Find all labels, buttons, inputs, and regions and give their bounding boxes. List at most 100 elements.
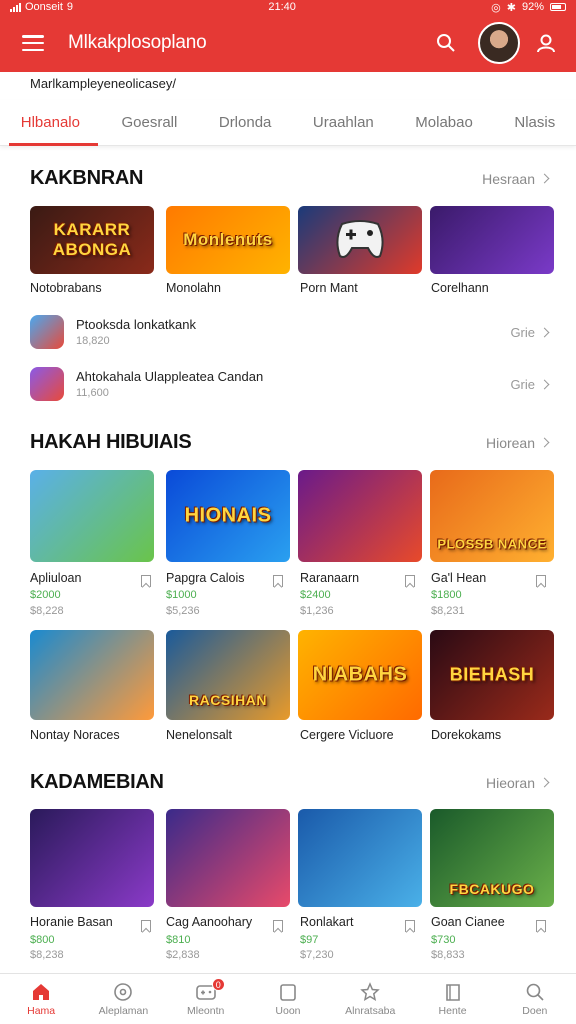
game-thumbnail[interactable] — [30, 630, 154, 720]
section-title: KADAMEBIAN — [30, 771, 164, 793]
tab-molabao[interactable]: Molabao — [407, 100, 481, 146]
game-price: $800 — [30, 934, 55, 946]
nav-home[interactable]: Hama — [0, 974, 82, 1024]
chevron-right-icon — [539, 777, 550, 788]
chevron-right-icon — [539, 173, 550, 184]
bookmark-icon[interactable] — [273, 575, 283, 587]
game-icon — [30, 315, 64, 349]
location-icon: ◎ — [491, 1, 501, 14]
section-header: KAKBNRAN Hesraan — [30, 167, 550, 190]
nav-favorites[interactable]: Alnratsaba — [329, 974, 411, 1024]
list-item-action[interactable]: Grie — [510, 325, 550, 340]
game-count: $7,230 — [300, 949, 334, 961]
tab-hlbanalo[interactable]: Hlbanalo — [8, 100, 99, 146]
game-title: Notobrabans — [30, 281, 102, 295]
search-icon[interactable] — [430, 27, 462, 59]
game-thumbnail[interactable]: Monlenuts — [166, 206, 290, 274]
bottom-navigation: Hama Aleplaman 0 Mleontn Uoon Alnratsaba… — [0, 973, 576, 1024]
game-title: Goan Cianee — [431, 915, 505, 929]
game-thumbnail[interactable] — [298, 206, 422, 274]
bookmark-icon[interactable] — [536, 575, 546, 587]
game-thumbnail[interactable] — [298, 809, 422, 907]
carrier-symbol: 9 — [66, 1, 74, 13]
bookmark-icon[interactable] — [536, 920, 546, 932]
nav-games[interactable]: 0 Mleontn — [165, 974, 247, 1024]
game-count: $5,236 — [166, 605, 200, 617]
game-price: $97 — [300, 934, 319, 946]
list-item-title: Ptooksda lonkatkank — [76, 317, 196, 332]
see-more-link[interactable]: Hesraan — [482, 171, 550, 187]
tab-uraahlan[interactable]: Uraahlan — [305, 100, 382, 146]
menu-icon[interactable] — [22, 35, 44, 51]
compass-icon — [114, 982, 133, 1001]
status-bar: Oonseit 9 21:40 ◎ ✱ 92% — [0, 0, 576, 14]
nav-explore[interactable]: Aleplaman — [82, 974, 164, 1024]
section-header: HAKAH HIBUIAIS Hiorean — [30, 431, 550, 454]
see-more-link[interactable]: Hieoran — [486, 775, 550, 791]
game-count: $8,238 — [30, 949, 64, 961]
game-title: Porn Mant — [300, 281, 358, 295]
book-icon — [445, 983, 460, 1001]
tab-drlonda[interactable]: Drlonda — [211, 100, 280, 146]
game-price: $1800 — [431, 589, 462, 601]
game-thumbnail[interactable]: NIABAHS — [298, 630, 422, 720]
nav-library[interactable]: Hente — [411, 974, 493, 1024]
game-thumbnail[interactable] — [30, 470, 154, 562]
game-thumbnail[interactable]: PLOSSB NANCE — [430, 470, 554, 562]
game-price: $810 — [166, 934, 191, 946]
bookmark-icon[interactable] — [405, 920, 415, 932]
game-thumbnail[interactable]: BIEHASH — [430, 630, 554, 720]
list-item-title: Ahtokahala Ulappleatea Candan — [76, 369, 264, 384]
list-item[interactable]: Ptooksda lonkatkank 18,820 Grie — [30, 310, 550, 354]
game-thumbnail[interactable] — [30, 809, 154, 907]
game-title: Corelhann — [431, 281, 489, 295]
battery-icon — [550, 3, 566, 11]
nav-search[interactable]: Doen — [494, 974, 576, 1024]
game-title: Apliuloan — [30, 571, 82, 585]
bookmark-icon[interactable] — [141, 575, 151, 587]
section-title: HAKAH HIBUIAIS — [30, 431, 192, 453]
game-count: $2,838 — [166, 949, 200, 961]
game-price: $1000 — [166, 589, 197, 601]
bookmark-icon[interactable] — [273, 920, 283, 932]
game-thumbnail[interactable]: KARARR ABONGA — [30, 206, 154, 274]
game-thumbnail[interactable]: FBCAKUGO — [430, 809, 554, 907]
category-tabs: Hlbanalo Goesrall Drlonda Uraahlan Molab… — [0, 100, 576, 146]
section-header: KADAMEBIAN Hieoran — [30, 771, 550, 794]
gamepad-icon — [336, 220, 384, 258]
list-item-count: 11,600 — [76, 387, 109, 399]
list-item-action[interactable]: Grie — [510, 377, 550, 392]
app-title: Mlkakplosoplano — [68, 32, 207, 53]
list-item-count: 18,820 — [76, 335, 110, 347]
list-item[interactable]: Ahtokahala Ulappleatea Candan 11,600 Gri… — [30, 362, 550, 406]
game-title: Cag Aanoohary — [166, 915, 253, 929]
profile-icon[interactable] — [530, 27, 562, 59]
bookmark-icon[interactable] — [141, 920, 151, 932]
section-title: KAKBNRAN — [30, 167, 144, 189]
tab-goesrall[interactable]: Goesrall — [113, 100, 185, 146]
game-thumbnail[interactable] — [430, 206, 554, 274]
game-price: $730 — [431, 934, 456, 946]
game-title: Dorekokams — [431, 728, 502, 742]
game-count: $8,228 — [30, 605, 64, 617]
tab-nlasis[interactable]: Nlasis — [506, 100, 563, 146]
chevron-right-icon — [539, 379, 550, 389]
chevron-right-icon — [539, 327, 550, 337]
main-content: KAKBNRAN Hesraan KARARR ABONGA Monlenuts… — [10, 147, 566, 975]
game-count: $8,231 — [431, 605, 465, 617]
signal-icon — [10, 2, 21, 12]
nav-uoon[interactable]: Uoon — [247, 974, 329, 1024]
game-count: $8,833 — [431, 949, 465, 961]
bookmark-icon[interactable] — [405, 575, 415, 587]
game-title: Horanie Basan — [30, 915, 113, 929]
game-thumbnail[interactable] — [166, 809, 290, 907]
star-icon — [360, 981, 381, 1001]
game-price: $2400 — [300, 589, 331, 601]
game-thumbnail[interactable]: HIONAIS — [166, 470, 290, 562]
game-title: Cergere Vicluore — [300, 728, 394, 742]
game-title: Nontay Noraces — [30, 728, 120, 742]
avatar[interactable] — [478, 22, 520, 64]
see-more-link[interactable]: Hiorean — [486, 435, 550, 451]
game-thumbnail[interactable]: RACSIHAN — [166, 630, 290, 720]
game-thumbnail[interactable] — [298, 470, 422, 562]
